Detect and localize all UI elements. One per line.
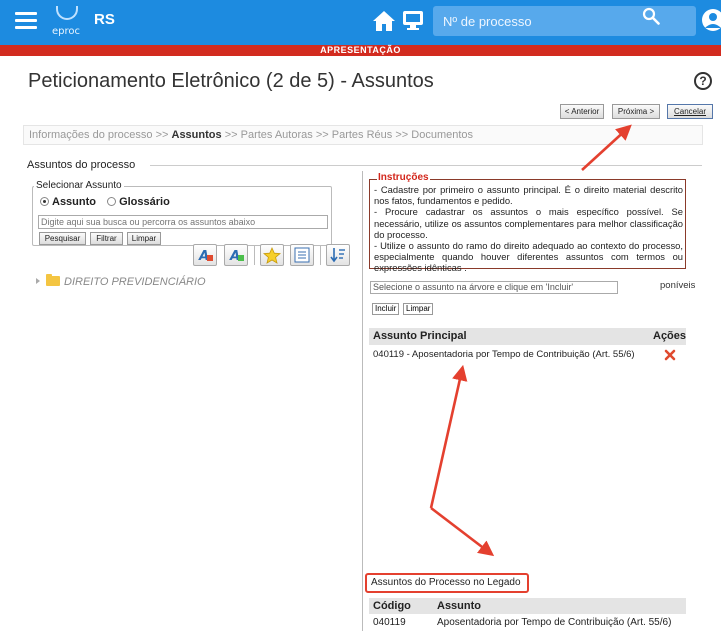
header-assunto: Assunto (437, 600, 481, 612)
tree-node-label: DIREITO PREVIDENCIÁRIO (64, 276, 206, 288)
subject-selection-panel: Selecionar Assunto Assunto Glossário Pes… (28, 171, 363, 631)
legado-title: Assuntos do Processo no Legado (371, 577, 521, 588)
previous-button[interactable]: < Anterior (560, 104, 604, 119)
search-mode-radios: Assunto Glossário (40, 196, 178, 208)
monitor-icon[interactable] (402, 9, 424, 31)
legado-table-header: Código Assunto (369, 598, 686, 614)
section-divider (150, 165, 702, 166)
list-view-icon[interactable] (290, 244, 314, 266)
eproc-logo[interactable]: eproc (50, 4, 86, 38)
highlight-a-icon[interactable]: A (193, 244, 217, 266)
user-icon[interactable] (702, 8, 721, 32)
toolbar-separator (320, 245, 321, 265)
instruction-item: - Procure cadastrar os assuntos o mais e… (374, 206, 683, 240)
breadcrumb-separator: >> (224, 129, 238, 141)
legado-assunto: Aposentadoria por Tempo de Contribuição … (437, 617, 672, 628)
instructions-text: - Cadastre por primeiro o assunto princi… (374, 184, 683, 274)
breadcrumb-separator: >> (395, 129, 409, 141)
delete-icon[interactable] (664, 349, 676, 361)
breadcrumb-step-info: Informações do processo (29, 129, 153, 141)
environment-banner: APRESENTAÇÃO (0, 45, 721, 56)
process-number-input[interactable] (433, 6, 663, 36)
table-row: 040119 - Aposentadoria por Tempo de Cont… (369, 346, 686, 374)
disponiveis-text: poníveis (660, 280, 696, 291)
subject-search-input[interactable] (38, 215, 328, 229)
home-icon[interactable] (372, 10, 396, 32)
selecionar-assunto-legend: Selecionar Assunto (34, 180, 124, 191)
breadcrumb-step-documentos: Documentos (411, 129, 474, 141)
header-codigo: Código (373, 600, 411, 612)
radio-glossario-label[interactable]: Glossário (119, 196, 170, 208)
section-title: Assuntos do processo (27, 159, 136, 171)
radio-assunto[interactable] (40, 197, 49, 206)
radio-glossario[interactable] (107, 197, 117, 206)
pesquisar-button[interactable]: Pesquisar (39, 232, 86, 245)
arrow-to-legado (430, 506, 495, 557)
breadcrumb-step-assuntos: Assuntos (171, 129, 222, 141)
help-icon[interactable]: ? (694, 72, 712, 90)
header-acoes: Ações (653, 330, 687, 342)
logo-text: eproc (52, 26, 81, 37)
environment-label: APRESENTAÇÃO (320, 45, 401, 55)
favorite-star-icon[interactable] (260, 244, 284, 266)
selected-subject-field[interactable]: Selecione o assunto na árvore e clique e… (370, 281, 618, 294)
search-icon[interactable] (642, 7, 660, 25)
header-assunto-principal: Assunto Principal (373, 330, 467, 342)
breadcrumb-separator: >> (315, 129, 329, 141)
toolbar-separator (254, 245, 255, 265)
expand-arrow-icon[interactable] (36, 278, 40, 284)
table-row: 040119 Aposentadoria por Tempo de Contri… (369, 616, 686, 630)
filtrar-button[interactable]: Filtrar (90, 232, 123, 245)
highlight-a-alt-icon[interactable]: A (224, 244, 248, 266)
breadcrumb-separator: >> (155, 129, 169, 141)
menu-icon[interactable] (15, 12, 37, 30)
next-button[interactable]: Próxima > (612, 104, 660, 119)
breadcrumb-step-reus: Partes Réus (331, 129, 393, 141)
cancel-button[interactable]: Cancelar (667, 104, 713, 119)
legado-codigo: 040119 (373, 617, 406, 628)
instruction-item: - Cadastre por primeiro o assunto princi… (374, 184, 683, 207)
instructions-title: Instruções (377, 172, 430, 183)
page-title: Peticionamento Eletrônico (2 de 5) - Ass… (28, 70, 434, 92)
limpar-button[interactable]: Limpar (127, 232, 161, 245)
limpar-selection-button[interactable]: Limpar (403, 303, 434, 315)
sort-icon[interactable] (326, 244, 350, 266)
arrow-to-principal (429, 364, 468, 509)
radio-assunto-label[interactable]: Assunto (52, 196, 96, 208)
region-label: RS (94, 11, 115, 28)
principal-table-header: Assunto Principal Ações (369, 328, 686, 345)
breadcrumb-step-autoras: Partes Autoras (240, 129, 313, 141)
tree-node-direito-previdenciario[interactable]: DIREITO PREVIDENCIÁRIO (36, 274, 206, 288)
incluir-button[interactable]: Incluir (372, 303, 400, 315)
breadcrumb: Informações do processo >> Assuntos >> P… (23, 125, 703, 145)
top-navigation-bar: eproc RS (0, 0, 721, 45)
principal-subject: 040119 - Aposentadoria por Tempo de Cont… (373, 349, 635, 360)
folder-icon (46, 274, 60, 286)
instruction-item: - Utilize o assunto do ramo do direito a… (374, 240, 683, 274)
